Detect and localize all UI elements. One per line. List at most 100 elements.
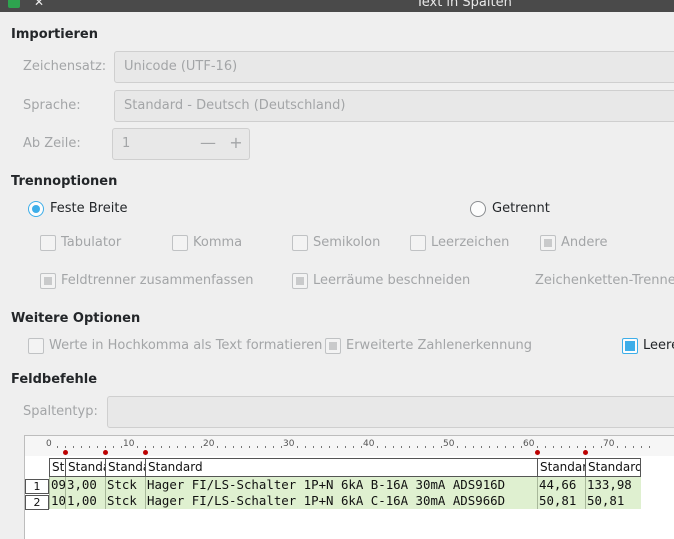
row-number: 1 — [25, 479, 49, 494]
table-cell: 133,98 — [585, 477, 641, 493]
ruler-dot — [561, 446, 562, 448]
ruler-dot — [57, 446, 58, 448]
ruler-dot — [633, 446, 634, 448]
tab-checkbox[interactable] — [40, 235, 56, 251]
ruler-dot — [385, 446, 386, 448]
table-cell: Stck — [105, 477, 145, 493]
ruler-dot — [617, 446, 618, 448]
other-checkbox[interactable] — [540, 235, 556, 251]
charset-select[interactable]: Unicode (UTF-16) — [114, 51, 674, 83]
more-options-heading: Weitere Optionen — [11, 311, 141, 326]
ruler-label: 20 — [203, 439, 215, 449]
ruler-dot — [345, 446, 346, 448]
ruler-dot — [625, 446, 626, 448]
ruler-dot — [233, 446, 234, 448]
fixed-width-radio[interactable] — [28, 201, 44, 217]
column-header[interactable]: Standa — [65, 458, 105, 477]
ruler-dot — [401, 446, 402, 448]
ruler-dot — [153, 446, 154, 448]
merge-checkbox[interactable] — [40, 273, 56, 289]
from-row-value: 1 — [122, 136, 131, 151]
trim-label: Leerräume beschneiden — [313, 273, 471, 288]
ruler-dot — [273, 446, 274, 448]
pin-icon[interactable]: ✕ — [34, 0, 44, 9]
ruler-dot — [497, 446, 498, 448]
separated-radio[interactable] — [470, 201, 486, 217]
ruler-dot — [377, 446, 378, 448]
ruler-dot — [409, 446, 410, 448]
table-cell: Stck — [105, 493, 145, 509]
column-split-marker[interactable] — [143, 450, 148, 455]
ruler-dot — [537, 446, 538, 448]
separated-label[interactable]: Getrennt — [492, 201, 550, 216]
column-ruler[interactable]: 0 10 20 30 40 50 60 70 — [25, 436, 674, 456]
language-select[interactable]: Standard - Deutsch (Deutschland) — [114, 90, 674, 122]
column-split-marker[interactable] — [103, 450, 108, 455]
quoted-as-text-label: Werte in Hochkomma als Text formatieren — [49, 338, 323, 353]
column-preview[interactable]: 0 10 20 30 40 50 60 70 St Standa Standa … — [24, 435, 674, 539]
table-cell: 09 — [49, 477, 65, 493]
table-cell: Hager FI/LS-Schalter 1P+N 6kA C-16A 30mA… — [145, 493, 537, 509]
column-split-marker[interactable] — [535, 450, 540, 455]
field-commands-heading: Feldbefehle — [11, 372, 98, 387]
ruler-dot — [161, 446, 162, 448]
ruler-dot — [433, 446, 434, 448]
column-header[interactable]: Standard — [145, 458, 537, 477]
number-detection-label: Erweiterte Zahlenerkennung — [346, 338, 533, 353]
ruler-dot — [585, 446, 586, 448]
string-delimiter-label: Zeichenketten-Trenner — [535, 273, 674, 288]
app-icon — [8, 0, 20, 8]
window-title: Text in Spalten — [416, 0, 512, 10]
column-header[interactable]: Standard — [585, 458, 641, 477]
column-type-label: Spaltentyp: — [23, 404, 98, 419]
column-header[interactable]: Standar — [537, 458, 585, 477]
comma-checkbox[interactable] — [172, 235, 188, 251]
ruler-dot — [321, 446, 322, 448]
ruler-label: 50 — [443, 439, 455, 449]
semicolon-checkbox[interactable] — [292, 235, 308, 251]
merge-label: Feldtrenner zusammenfassen — [61, 273, 254, 288]
ruler-dot — [145, 446, 146, 448]
ruler-dot — [177, 446, 178, 448]
ruler-dot — [313, 446, 314, 448]
ruler-dot — [249, 446, 250, 448]
ruler-label: 70 — [603, 439, 615, 449]
ruler-dot — [89, 446, 90, 448]
column-split-marker[interactable] — [63, 450, 68, 455]
ruler-dot — [593, 446, 594, 448]
ruler-dot — [329, 446, 330, 448]
ruler-dot — [521, 446, 522, 448]
plus-icon[interactable]: + — [223, 129, 249, 159]
ruler-dot — [121, 446, 122, 448]
row-number: 2 — [25, 495, 49, 510]
table-cell: 1,00 — [65, 493, 105, 509]
table-cell: 50,81 — [537, 493, 585, 509]
empty-label: Leere — [643, 338, 674, 353]
other-label: Andere — [561, 235, 608, 250]
column-type-select[interactable] — [107, 396, 674, 428]
column-split-marker[interactable] — [583, 450, 588, 455]
from-row-spinbox[interactable]: 1 — + — [112, 128, 250, 160]
ruler-dot — [201, 446, 202, 448]
ruler-label: 10 — [123, 439, 135, 449]
import-heading: Importieren — [11, 27, 99, 42]
ruler-dot — [257, 446, 258, 448]
table-cell: Hager FI/LS-Schalter 1P+N 6kA B-16A 30mA… — [145, 477, 537, 493]
ruler-dot — [505, 446, 506, 448]
ruler-dot — [649, 446, 650, 448]
trim-checkbox[interactable] — [292, 273, 308, 289]
minus-icon[interactable]: — — [195, 129, 221, 159]
column-header[interactable]: Standa — [105, 458, 145, 477]
number-detection-checkbox[interactable] — [325, 338, 341, 354]
space-checkbox[interactable] — [410, 235, 426, 251]
space-label: Leerzeichen — [431, 235, 510, 250]
ruler-dot — [513, 446, 514, 448]
quoted-as-text-checkbox[interactable] — [28, 338, 44, 354]
table-cell: 3,00 — [65, 477, 105, 493]
column-header[interactable]: St — [49, 458, 65, 477]
separator-heading: Trennoptionen — [11, 174, 118, 189]
language-label: Sprache: — [23, 98, 81, 113]
empty-checkbox[interactable] — [622, 338, 638, 354]
fixed-width-label[interactable]: Feste Breite — [50, 201, 127, 216]
ruler-dot — [297, 446, 298, 448]
